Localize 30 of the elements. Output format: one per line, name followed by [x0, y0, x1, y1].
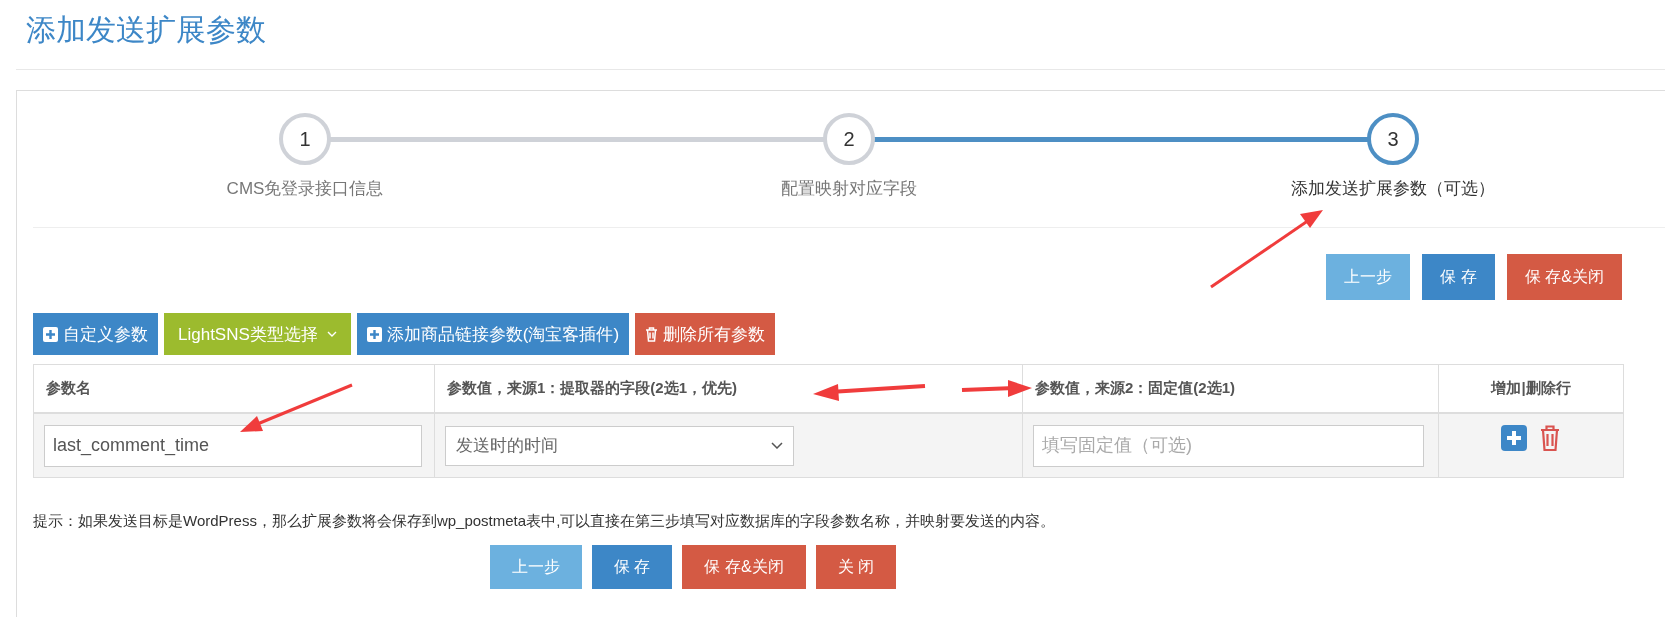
- toolbar-button[interactable]: 添加商品链接参数(淘宝客插件): [356, 313, 630, 355]
- step-label: 配置映射对应字段: [781, 178, 917, 200]
- plus-icon: [366, 326, 382, 342]
- toolbar-button[interactable]: LightSNS类型选择: [164, 313, 351, 355]
- hint-text: 提示：如果发送目标是WordPress，那么扩展参数将会保存到wp_postmeta表中,可以直接在第三步填写对应数据库的字段参数名称，并映射要发送的内容。: [33, 512, 1057, 531]
- add-row-icon[interactable]: [1501, 424, 1527, 451]
- step-button[interactable]: 保 存: [1422, 254, 1495, 300]
- step-circle[interactable]: 3: [1367, 113, 1419, 165]
- chevron-down-icon: [771, 442, 783, 449]
- param-name-field[interactable]: last_comment_time: [44, 424, 422, 467]
- form-button[interactable]: 上一步: [490, 545, 582, 589]
- step-circle[interactable]: 1: [279, 113, 331, 165]
- plus-icon: [43, 326, 58, 342]
- form-button[interactable]: 保 存&关闭: [682, 545, 806, 589]
- form-button[interactable]: 关 闭: [815, 545, 897, 589]
- fixed-value-field[interactable]: 填写固定值（可选): [1033, 424, 1424, 467]
- step-button[interactable]: 上一步: [1326, 254, 1411, 300]
- arrow-annotation: [961, 380, 1032, 397]
- form-button[interactable]: 保 存: [592, 545, 673, 589]
- toolbar-button[interactable]: 自定义参数: [33, 313, 158, 355]
- toolbar-button[interactable]: 删除所有参数: [635, 313, 776, 355]
- trash-icon: [645, 326, 659, 342]
- source-field-select[interactable]: 发送时的时间: [445, 425, 794, 466]
- step-circle[interactable]: 2: [823, 113, 875, 165]
- trash-icon[interactable]: [1539, 423, 1561, 452]
- step-label: CMS免登录接口信息: [226, 178, 384, 200]
- step-label: 添加发送扩展参数（可选）: [1291, 178, 1495, 200]
- caret-icon: [326, 331, 337, 337]
- page-title: 添加发送扩展参数: [16, 0, 1665, 70]
- step-button[interactable]: 保 存&关闭: [1506, 254, 1622, 300]
